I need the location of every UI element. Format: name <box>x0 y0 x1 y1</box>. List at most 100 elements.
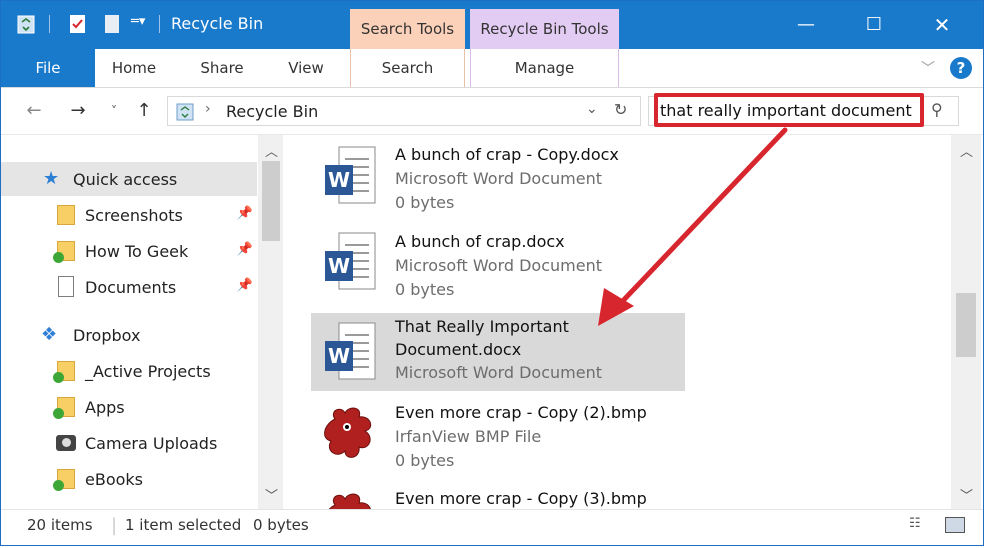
scroll-down-icon[interactable]: ﹀ <box>960 485 973 504</box>
bmp-file-icon <box>328 493 371 509</box>
explorer-window: ═▾ Recycle Bin Search Tools Recycle Bin … <box>0 0 984 546</box>
sidebar-item-label: Dropbox <box>73 326 141 345</box>
search-icon[interactable]: ⚲ <box>931 100 943 119</box>
svg-text:W: W <box>328 168 350 192</box>
search-highlight-box <box>654 93 924 127</box>
recycle-bin-icon[interactable] <box>15 13 37 35</box>
sync-check-icon <box>53 480 64 491</box>
tab-share[interactable]: Share <box>185 49 259 87</box>
context-tab-recycle-bin-tools: Recycle Bin Tools <box>470 9 619 49</box>
collapse-ribbon-icon[interactable]: ﹀ <box>921 58 935 78</box>
sidebar-item-label: How To Geek <box>85 242 189 261</box>
minimize-icon[interactable]: — <box>783 1 829 49</box>
maximize-icon[interactable]: ☐ <box>851 1 897 49</box>
folder-icon <box>57 205 75 225</box>
sidebar-item-dropbox[interactable]: ❖ Dropbox <box>1 318 257 352</box>
customize-qat-icon[interactable]: ═▾ <box>131 14 145 36</box>
sync-check-icon <box>53 372 64 383</box>
scroll-up-icon[interactable]: ︿ <box>960 141 973 160</box>
tab-home[interactable]: Home <box>97 49 171 87</box>
ribbon-tabs: File Home Share View Search Manage ﹀ ? <box>1 49 983 88</box>
file-name: Even more crap - Copy (2).bmp <box>395 403 647 422</box>
file-size: 0 bytes <box>395 451 455 470</box>
list-item-selected[interactable]: W That Really Important Document.docx Mi… <box>311 313 685 391</box>
item-count: 20 items <box>27 516 93 534</box>
tab-search[interactable]: Search <box>350 49 465 87</box>
sync-check-icon <box>53 408 64 419</box>
sidebar-item-ebooks[interactable]: eBooks <box>1 462 257 496</box>
file-list-scrollbar[interactable]: ︿ ﹀ <box>951 135 981 509</box>
forward-icon[interactable]: → <box>67 99 89 123</box>
list-item[interactable]: Even more crap - Copy (2).bmp IrfanView … <box>311 399 685 477</box>
sidebar-item-how-to-geek[interactable]: How To Geek 📌 <box>1 234 257 268</box>
svg-text:?: ? <box>957 59 966 77</box>
file-name: A bunch of crap.docx <box>395 232 565 251</box>
scroll-down-icon[interactable]: ﹀ <box>265 485 278 504</box>
pin-icon[interactable]: 📌 <box>237 206 253 221</box>
pin-icon[interactable]: 📌 <box>237 242 253 257</box>
recent-locations-icon[interactable]: ˅ <box>103 99 125 123</box>
nav-scrollbar[interactable]: ︿ ﹀ <box>258 135 283 509</box>
sidebar-item-documents[interactable]: Documents 📌 <box>1 270 257 304</box>
sidebar-item-label: Apps <box>85 398 125 417</box>
sidebar-item-label: Screenshots <box>85 206 183 225</box>
breadcrumb[interactable]: Recycle Bin <box>226 102 318 121</box>
sidebar-item-label: Documents <box>85 278 177 297</box>
tab-manage[interactable]: Manage <box>470 49 619 87</box>
sidebar-item-apps[interactable]: Apps <box>1 390 257 424</box>
sidebar-item-camera-uploads[interactable]: Camera Uploads <box>1 426 257 460</box>
status-separator: | <box>111 515 118 536</box>
details-view-icon[interactable]: ☷ <box>909 516 921 531</box>
sidebar-item-screenshots[interactable]: Screenshots 📌 <box>1 198 257 232</box>
scroll-up-icon[interactable]: ︿ <box>265 141 278 160</box>
list-item[interactable]: Even more crap - Copy (3).bmp <box>311 485 685 509</box>
new-folder-icon[interactable] <box>101 13 123 35</box>
properties-icon[interactable] <box>67 13 89 35</box>
selection-size: 0 bytes <box>253 516 309 534</box>
sidebar-item-active-projects[interactable]: _Active Projects <box>1 354 257 388</box>
tab-file[interactable]: File <box>1 49 95 87</box>
file-type: Microsoft Word Document <box>395 256 602 275</box>
qat-separator <box>49 15 50 33</box>
file-type: Microsoft Word Document <box>395 169 602 188</box>
help-icon[interactable]: ? <box>949 56 973 80</box>
dropbox-icon: ❖ <box>41 324 58 345</box>
file-type: Microsoft Word Document <box>395 363 602 382</box>
sidebar-item-label: Camera Uploads <box>85 434 218 453</box>
file-name: A bunch of crap - Copy.docx <box>395 145 619 164</box>
quick-access-star-icon: ★ <box>43 168 60 189</box>
nav-scrollbar-thumb[interactable] <box>262 161 280 241</box>
sidebar-item-label: eBooks <box>85 470 143 489</box>
status-bar: 20 items | 1 item selected 0 bytes ☷ <box>1 509 983 545</box>
pin-icon[interactable]: 📌 <box>237 278 253 293</box>
back-icon[interactable]: ← <box>23 99 45 123</box>
tab-view[interactable]: View <box>269 49 343 87</box>
sidebar-item-quick-access[interactable]: ★ Quick access <box>1 162 257 196</box>
context-tab-search-tools: Search Tools <box>350 9 465 49</box>
file-type: IrfanView BMP File <box>395 427 542 446</box>
breadcrumb-separator-icon[interactable]: › <box>205 101 211 117</box>
address-bar[interactable]: › Recycle Bin ⌄ ↻ <box>167 96 641 126</box>
refresh-icon[interactable]: ↻ <box>614 100 627 119</box>
list-item[interactable]: W A bunch of crap - Copy.docx Microsoft … <box>311 141 685 219</box>
word-document-icon: W <box>325 322 376 380</box>
file-name-line-1: That Really Important <box>395 317 569 336</box>
title-bar: ═▾ Recycle Bin Search Tools Recycle Bin … <box>1 1 983 49</box>
recycle-bin-icon <box>176 103 194 121</box>
close-icon[interactable]: ✕ <box>919 1 965 49</box>
word-document-icon: W <box>325 146 376 204</box>
svg-text:W: W <box>328 254 350 278</box>
word-document-icon: W <box>325 232 376 290</box>
list-item[interactable]: W A bunch of crap.docx Microsoft Word Do… <box>311 227 685 305</box>
file-name: Even more crap - Copy (3).bmp <box>395 489 647 508</box>
up-icon[interactable]: ↑ <box>133 99 155 123</box>
bmp-file-icon <box>324 407 372 458</box>
sync-check-icon <box>53 252 64 263</box>
address-dropdown-icon[interactable]: ⌄ <box>586 101 598 117</box>
large-icons-view-icon[interactable] <box>945 517 965 533</box>
file-name-line-2: Document.docx <box>395 340 522 359</box>
file-list: W A bunch of crap - Copy.docx Microsoft … <box>283 135 951 509</box>
file-list-scrollbar-thumb[interactable] <box>956 293 976 357</box>
navigation-pane: ★ Quick access Screenshots 📌 How To Geek… <box>1 135 283 509</box>
file-size: 0 bytes <box>395 280 455 299</box>
